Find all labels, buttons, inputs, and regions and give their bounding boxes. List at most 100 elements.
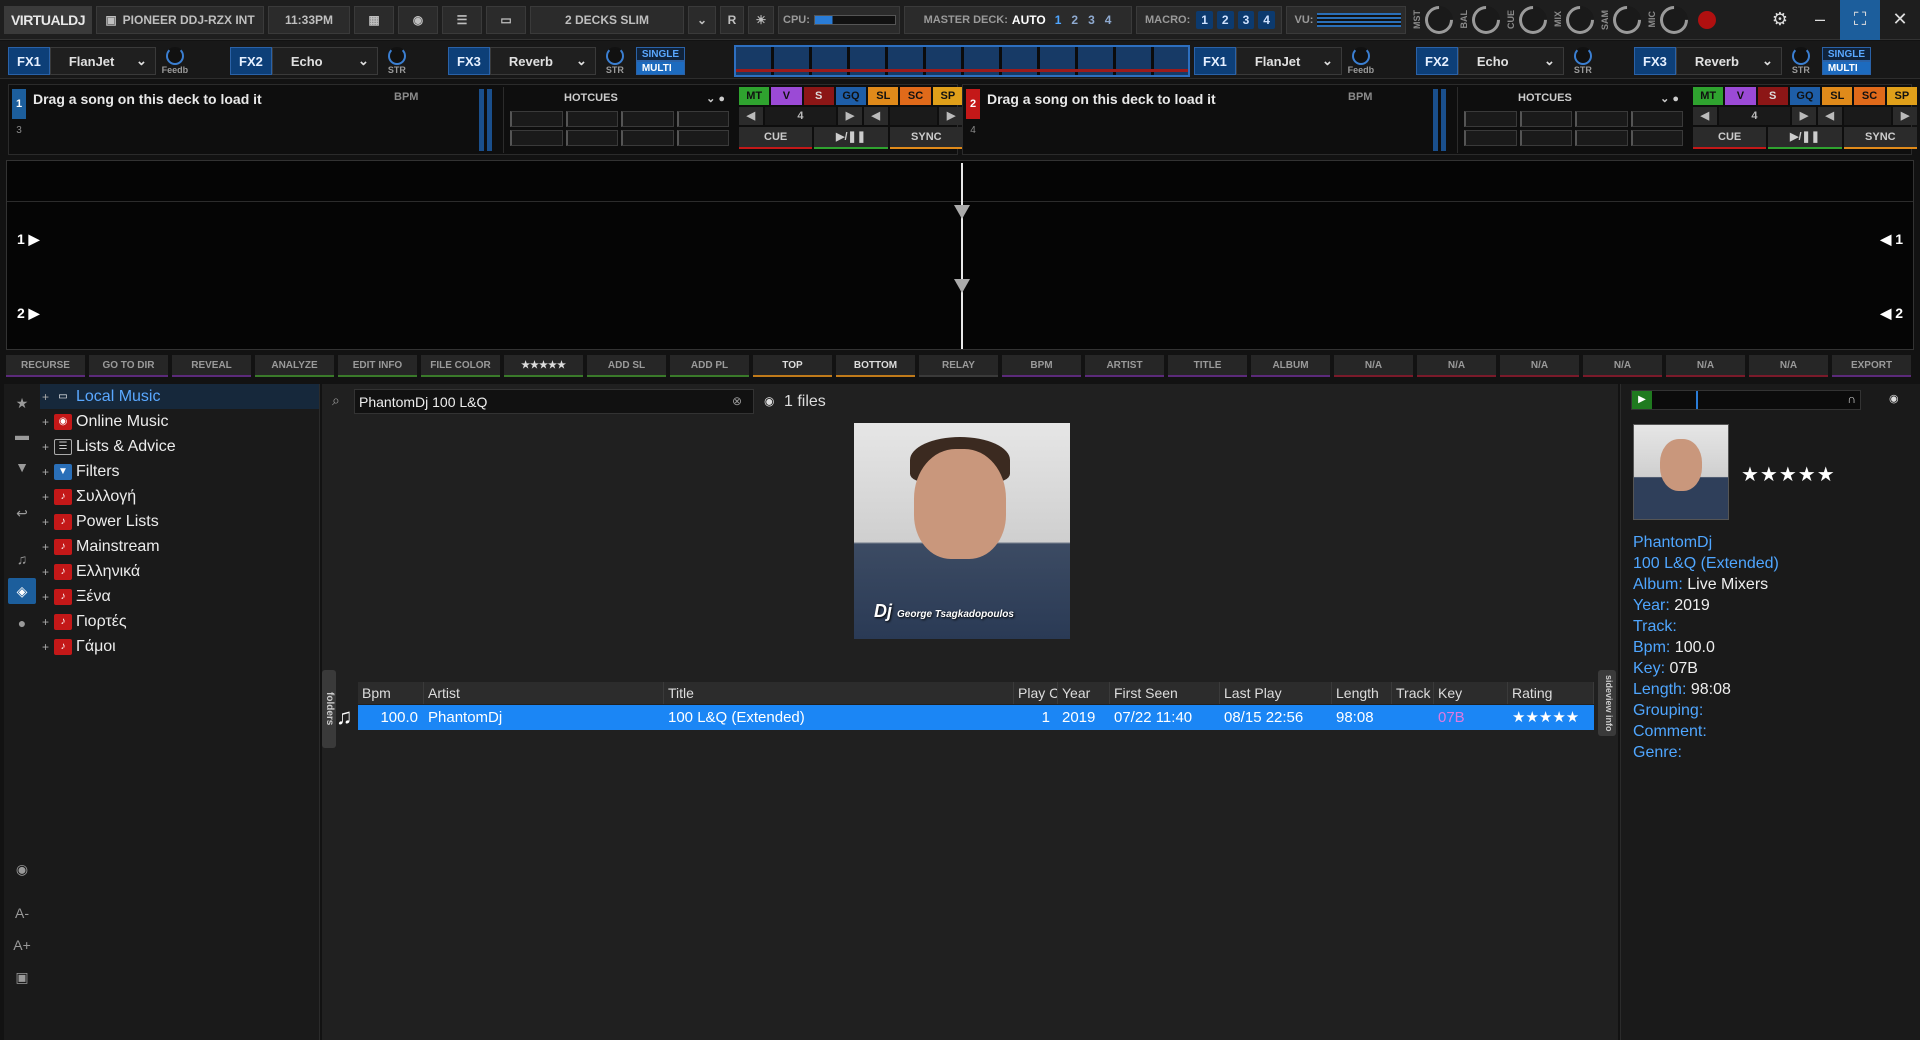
expand-icon[interactable]: +: [42, 515, 52, 529]
record-icon[interactable]: [1698, 10, 1716, 29]
chevron-down-icon[interactable]: ⌄ ●: [1660, 92, 1679, 105]
pad-v[interactable]: V: [771, 87, 802, 105]
search-input[interactable]: [354, 389, 754, 414]
fx3-knob[interactable]: STR: [600, 43, 630, 79]
analyze-button[interactable]: ANALYZE: [255, 355, 334, 377]
column-year[interactable]: Year: [1058, 682, 1110, 704]
window-icon[interactable]: ▣: [8, 964, 36, 990]
pad-v[interactable]: V: [1725, 87, 1756, 105]
hotcue-pad[interactable]: [1464, 111, 1517, 127]
reveal-button[interactable]: REVEAL: [172, 355, 251, 377]
app-logo[interactable]: VIRTUALDJ: [4, 5, 92, 34]
layout-dropdown-icon[interactable]: ⌄: [688, 5, 716, 34]
search-album-button[interactable]: ALBUM: [1251, 355, 1330, 377]
bottom-button[interactable]: BOTTOM: [836, 355, 915, 377]
hotcue-pad[interactable]: [1464, 130, 1517, 146]
tree-item-playlist[interactable]: + ♪ Ελληνικά: [40, 559, 319, 584]
hotcue-pad[interactable]: [510, 130, 563, 146]
multi-button[interactable]: MULTI: [635, 61, 686, 75]
loop-back-icon[interactable]: ◀: [739, 107, 763, 125]
search-bpm-button[interactable]: BPM: [1002, 355, 1081, 377]
fx2-select[interactable]: Echo ⌄: [271, 47, 378, 75]
pad-s[interactable]: S: [803, 87, 834, 105]
expand-icon[interactable]: +: [42, 565, 52, 579]
tree-item-playlist[interactable]: + ♪ Ξένα: [40, 584, 319, 609]
tree-item-playlist[interactable]: + ♪ Συλλογή: [40, 484, 319, 509]
macro-2[interactable]: 2: [1216, 10, 1234, 29]
cue-button[interactable]: CUE: [739, 127, 813, 149]
expand-icon[interactable]: +: [42, 465, 52, 479]
search-options-icon[interactable]: ◉: [764, 394, 774, 408]
font-smaller-icon[interactable]: A-: [8, 900, 36, 926]
macro-1[interactable]: 1: [1196, 10, 1213, 29]
expand-icon[interactable]: +: [42, 440, 52, 454]
na-button-1[interactable]: N/A: [1334, 355, 1413, 377]
tree-item-playlist[interactable]: + ♪ Power Lists: [40, 509, 319, 534]
cue-knob[interactable]: CUE: [1506, 0, 1553, 40]
single-button[interactable]: SINGLE: [635, 47, 686, 61]
tag-icon[interactable]: ◈: [8, 578, 36, 604]
tree-item-online-music[interactable]: + ◉ Online Music: [40, 409, 319, 434]
play-pause-button[interactable]: ▶/❚❚: [1768, 127, 1842, 149]
fullscreen-icon[interactable]: ⛶: [1840, 0, 1880, 40]
hotcue-pad[interactable]: [565, 130, 618, 146]
controller-indicator[interactable]: ▣ PIONEER DDJ-RZX INT: [96, 5, 264, 34]
recurse-button[interactable]: RECURSE: [6, 355, 85, 377]
calendar-icon[interactable]: ▦: [354, 5, 394, 34]
edit-info-button[interactable]: EDIT INFO: [338, 355, 417, 377]
column-rating[interactable]: Rating: [1508, 682, 1594, 704]
mixer-strip[interactable]: [734, 45, 1190, 77]
column-key[interactable]: Key: [1434, 682, 1508, 704]
folders-tab[interactable]: folders: [322, 670, 336, 748]
record-r-button[interactable]: R: [720, 5, 744, 34]
tree-item-playlist[interactable]: + ♪ Γιορτές: [40, 609, 319, 634]
column-title[interactable]: Title: [664, 682, 1014, 704]
filter-icon[interactable]: ▼: [8, 454, 36, 480]
beatjump-back-icon[interactable]: ◀: [863, 107, 888, 125]
column-bpm[interactable]: Bpm: [358, 682, 424, 704]
dot-icon[interactable]: ◉: [8, 856, 36, 882]
hotcue-pad[interactable]: [1519, 130, 1572, 146]
relay-button[interactable]: RELAY: [919, 355, 998, 377]
na-button-6[interactable]: N/A: [1749, 355, 1828, 377]
tree-item-playlist[interactable]: + ♪ Mainstream: [40, 534, 319, 559]
right-single-button[interactable]: SINGLE: [1821, 47, 1872, 61]
hotcue-pad[interactable]: [621, 111, 674, 127]
layout-select[interactable]: 2 DECKS SLIM: [530, 5, 684, 34]
expand-icon[interactable]: +: [42, 615, 52, 629]
master-deck-1[interactable]: 1: [1055, 13, 1062, 27]
right-fx1-knob[interactable]: Feedb: [1346, 43, 1376, 79]
preview-play-icon[interactable]: ▶: [1632, 391, 1652, 409]
beatjump-forward-icon[interactable]: ▶: [939, 107, 964, 125]
brightness-icon[interactable]: ☀: [748, 5, 774, 34]
right-fx1-select[interactable]: FlanJet ⌄: [1235, 47, 1342, 75]
beatjump-forward-icon[interactable]: ▶: [1893, 107, 1918, 125]
rating-button[interactable]: ★★★★★: [504, 355, 583, 377]
pad-gq[interactable]: GQ: [1789, 87, 1821, 105]
headphones-icon[interactable]: ∩: [1847, 392, 1856, 406]
add-pl-button[interactable]: ADD PL: [670, 355, 749, 377]
deck-2[interactable]: 2 4 Drag a song on this deck to load it …: [962, 84, 1918, 155]
hotcue-pad[interactable]: [1575, 111, 1628, 127]
sideview-tab[interactable]: sideview info: [1598, 670, 1616, 736]
clear-search-icon[interactable]: ⊗: [732, 394, 742, 408]
audio-icon[interactable]: ♫: [8, 546, 36, 572]
preview-player[interactable]: ▶ ∩: [1631, 390, 1861, 410]
beatjump-back-icon[interactable]: ◀: [1817, 107, 1842, 125]
chevron-down-icon[interactable]: ⌄ ●: [706, 92, 725, 105]
hotcue-pad[interactable]: [1630, 111, 1683, 127]
column-length[interactable]: Length: [1332, 682, 1392, 704]
pad-sc[interactable]: SC: [1854, 87, 1885, 105]
search-artist-button[interactable]: ARTIST: [1085, 355, 1164, 377]
add-sl-button[interactable]: ADD SL: [587, 355, 666, 377]
fx3-select[interactable]: Reverb ⌄: [489, 47, 596, 75]
loop-back-icon[interactable]: ◀: [1693, 107, 1717, 125]
master-deck-auto[interactable]: AUTO: [1012, 13, 1046, 27]
drives-icon[interactable]: ▬: [8, 422, 36, 448]
database-icon[interactable]: ☰: [442, 5, 482, 34]
na-button-3[interactable]: N/A: [1500, 355, 1579, 377]
settings-gear-icon[interactable]: ⚙: [1760, 0, 1800, 40]
hotcue-pad[interactable]: [621, 130, 674, 146]
pad-mt[interactable]: MT: [1693, 87, 1724, 105]
right-fx2-select[interactable]: Echo ⌄: [1457, 47, 1564, 75]
